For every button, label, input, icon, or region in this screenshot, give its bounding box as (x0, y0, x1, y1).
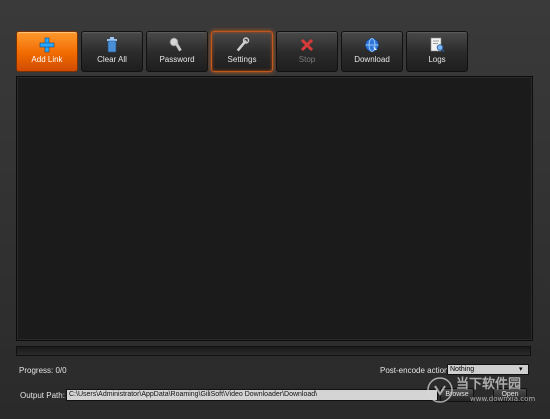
download-list[interactable] (16, 76, 533, 341)
password-label: Password (159, 55, 195, 64)
add-link-button[interactable]: Add Link (16, 31, 78, 72)
progress-label: Progress: 0/0 (19, 366, 67, 375)
trash-icon (82, 36, 142, 54)
wrench-icon (212, 36, 272, 54)
output-path-field[interactable]: C:\Users\Administrator\AppData\Roaming\G… (66, 389, 438, 401)
key-icon (147, 36, 207, 54)
globe-icon (342, 36, 402, 54)
watermark-logo: 当下软件园 www.downxia.com (427, 376, 535, 403)
app-window: Add Link Clear All Password Settings Sto… (0, 0, 550, 419)
output-path-label: Output Path: (20, 391, 65, 400)
progress-bar (16, 346, 531, 356)
svg-text:当下软件园: 当下软件园 (456, 376, 521, 392)
clear-all-label: Clear All (97, 55, 127, 64)
document-search-icon (407, 36, 467, 54)
plus-icon (17, 36, 77, 54)
x-icon (277, 36, 337, 54)
settings-label: Settings (227, 55, 257, 64)
download-button[interactable]: Download (341, 31, 403, 72)
stop-label: Stop (298, 55, 316, 64)
add-link-label: Add Link (31, 55, 63, 64)
stop-button[interactable]: Stop (276, 31, 338, 72)
logs-button[interactable]: Logs (406, 31, 468, 72)
svg-text:www.downxia.com: www.downxia.com (470, 395, 535, 403)
password-button[interactable]: Password (146, 31, 208, 72)
logs-label: Logs (428, 55, 446, 64)
settings-button[interactable]: Settings (211, 31, 273, 72)
clear-all-button[interactable]: Clear All (81, 31, 143, 72)
download-label: Download (354, 55, 390, 64)
